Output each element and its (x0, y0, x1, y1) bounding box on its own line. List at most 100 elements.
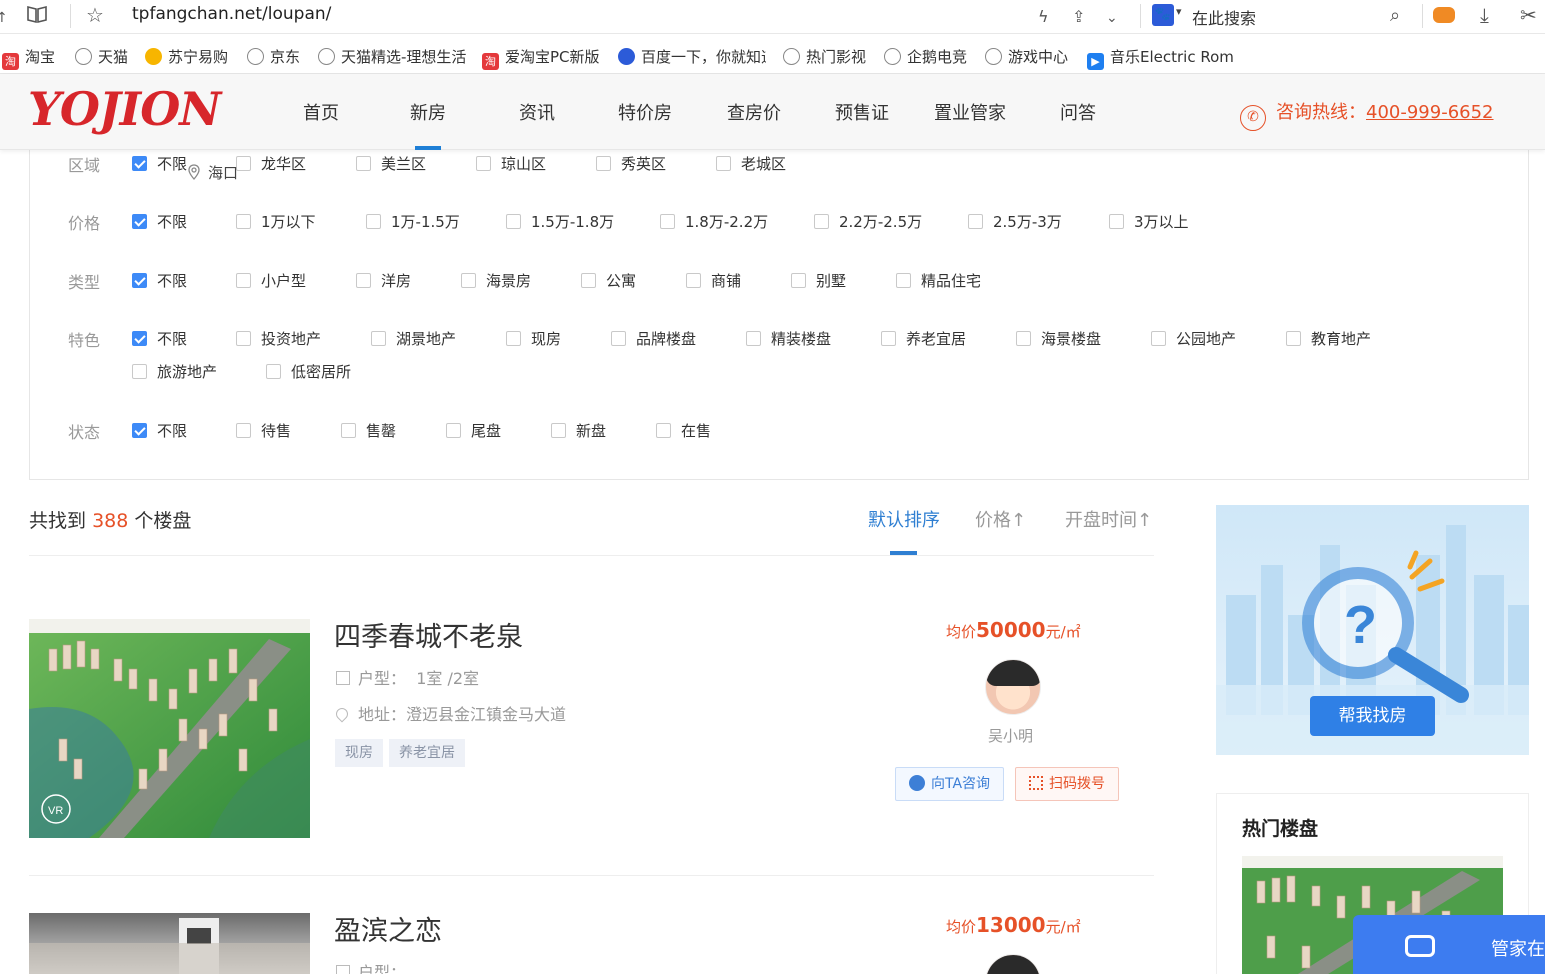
checkbox-icon[interactable] (506, 331, 521, 346)
checkbox-icon[interactable] (476, 156, 491, 171)
checkbox-icon[interactable] (1286, 331, 1301, 346)
checkbox-checked-icon[interactable] (132, 214, 147, 229)
filter-option[interactable]: 公寓 (581, 270, 636, 291)
agent-avatar[interactable] (985, 954, 1041, 974)
filter-option[interactable]: 现房 (506, 328, 561, 349)
location-tip[interactable]: 海口 (186, 162, 238, 183)
checkbox-icon[interactable] (461, 273, 476, 288)
filter-option[interactable]: 海景楼盘 (1016, 328, 1101, 349)
nav-housing-steward[interactable]: 置业管家 (934, 99, 1006, 125)
listing-title[interactable]: 四季春城不老泉 (334, 615, 523, 654)
reader-mode-icon[interactable] (26, 3, 48, 30)
bookmark-music[interactable]: ▶ 音乐Electric Rom (1087, 46, 1235, 70)
browser-search-box[interactable]: 🐾 ▾ 在此搜索 (1150, 2, 1415, 30)
bookmark-aitaobao[interactable]: 淘爱淘宝PC新版 (482, 46, 600, 70)
filter-option[interactable]: 尾盘 (446, 420, 501, 441)
filter-option[interactable]: 公园地产 (1151, 328, 1236, 349)
checkbox-icon[interactable] (551, 423, 566, 438)
nav-price-check[interactable]: 查房价 (727, 99, 781, 125)
checkbox-icon[interactable] (266, 364, 281, 379)
filter-option[interactable]: 不限 (132, 211, 187, 232)
sort-default[interactable]: 默认排序 (868, 506, 940, 532)
filter-option[interactable]: 售罄 (341, 420, 396, 441)
bookmark-taobao[interactable]: 淘淘宝 (2, 46, 55, 70)
listing-title[interactable]: 盈滨之恋 (334, 909, 442, 948)
checkbox-icon[interactable] (132, 364, 147, 379)
filter-option[interactable]: 2.2万-2.5万 (814, 211, 922, 232)
nav-news[interactable]: 资讯 (519, 99, 555, 125)
hotline-number[interactable]: 400-999-6652 (1366, 102, 1494, 123)
filter-option[interactable]: 琼山区 (476, 153, 546, 174)
bookmark-games[interactable]: 游戏中心 (985, 46, 1068, 67)
checkbox-checked-icon[interactable] (132, 331, 147, 346)
filter-option[interactable]: 投资地产 (236, 328, 321, 349)
checkbox-icon[interactable] (236, 423, 251, 438)
nav-home[interactable]: 首页 (303, 99, 339, 125)
checkbox-icon[interactable] (506, 214, 521, 229)
checkbox-checked-icon[interactable] (132, 156, 147, 171)
filter-option[interactable]: 海景房 (461, 270, 531, 291)
checkbox-icon[interactable] (1151, 331, 1166, 346)
listing-image[interactable]: VR (29, 619, 310, 838)
bookmark-movies[interactable]: 热门影视 (783, 46, 866, 67)
ask-agent-button[interactable]: 向TA咨询 (895, 767, 1005, 801)
checkbox-icon[interactable] (656, 423, 671, 438)
checkbox-icon[interactable] (371, 331, 386, 346)
checkbox-icon[interactable] (896, 273, 911, 288)
checkbox-icon[interactable] (1016, 331, 1031, 346)
checkbox-icon[interactable] (356, 156, 371, 171)
checkbox-icon[interactable] (660, 214, 675, 229)
nav-new-homes[interactable]: 新房 (410, 99, 446, 125)
bookmark-tmall-select[interactable]: 天猫精选-理想生活 (318, 46, 466, 67)
filter-option[interactable]: 精装楼盘 (746, 328, 831, 349)
filter-option[interactable]: 龙华区 (236, 153, 306, 174)
chevron-down-icon[interactable]: ⌄ (1106, 6, 1118, 30)
checkbox-icon[interactable] (236, 156, 251, 171)
bookmark-esports[interactable]: 企鹅电竞 (884, 46, 967, 67)
checkbox-icon[interactable] (881, 331, 896, 346)
search-icon[interactable]: ⌕ (1390, 4, 1400, 28)
filter-option[interactable]: 1.8万-2.2万 (660, 211, 768, 232)
checkbox-icon[interactable] (814, 214, 829, 229)
checkbox-icon[interactable] (366, 214, 381, 229)
filter-option[interactable]: 不限 (132, 270, 187, 291)
bookmark-suning[interactable]: 苏宁易购 (145, 46, 228, 67)
share-icon[interactable]: ⇪ (1072, 5, 1085, 29)
sort-open-time[interactable]: 开盘时间↑ (1065, 506, 1152, 532)
checkbox-icon[interactable] (446, 423, 461, 438)
nav-qa[interactable]: 问答 (1060, 99, 1096, 125)
filter-option[interactable]: 别墅 (791, 270, 846, 291)
lightning-icon[interactable]: ϟ (1038, 5, 1049, 29)
nav-special-offers[interactable]: 特价房 (618, 99, 672, 125)
listing-image[interactable] (29, 913, 310, 974)
filter-option[interactable]: 1万-1.5万 (366, 211, 460, 232)
filter-option[interactable]: 老城区 (716, 153, 786, 174)
filter-option[interactable]: 湖景地产 (371, 328, 456, 349)
checkbox-checked-icon[interactable] (132, 273, 147, 288)
filter-option[interactable]: 商铺 (686, 270, 741, 291)
filter-option[interactable]: 精品住宅 (896, 270, 981, 291)
checkbox-icon[interactable] (596, 156, 611, 171)
star-icon[interactable]: ☆ (86, 3, 104, 27)
checkbox-icon[interactable] (236, 273, 251, 288)
sort-price[interactable]: 价格↑ (975, 506, 1026, 532)
bookmark-jd[interactable]: 京东 (247, 46, 300, 67)
scissors-icon[interactable]: ✂ (1520, 3, 1537, 27)
bookmark-tmall[interactable]: 天猫 (75, 46, 128, 67)
checkbox-icon[interactable] (236, 214, 251, 229)
filter-option[interactable]: 在售 (656, 420, 711, 441)
back-arrow-icon[interactable]: ↑ (0, 6, 8, 30)
download-icon[interactable]: ⤓ (1480, 3, 1489, 27)
filter-option[interactable]: 秀英区 (596, 153, 666, 174)
filter-option[interactable]: 新盘 (551, 420, 606, 441)
filter-option[interactable]: 教育地产 (1286, 328, 1371, 349)
help-find-button[interactable]: 帮我找房 (1310, 696, 1435, 736)
filter-option[interactable]: 不限 (132, 153, 187, 174)
url-field[interactable]: tpfangchan.net/loupan/ (132, 4, 331, 24)
filter-option[interactable]: 3万以上 (1109, 211, 1189, 232)
filter-option[interactable]: 旅游地产 (132, 361, 217, 382)
hotline[interactable]: ✆ 咨询热线：400-999-6652 (1240, 98, 1494, 131)
filter-option[interactable]: 待售 (236, 420, 291, 441)
checkbox-icon[interactable] (968, 214, 983, 229)
checkbox-icon[interactable] (356, 273, 371, 288)
